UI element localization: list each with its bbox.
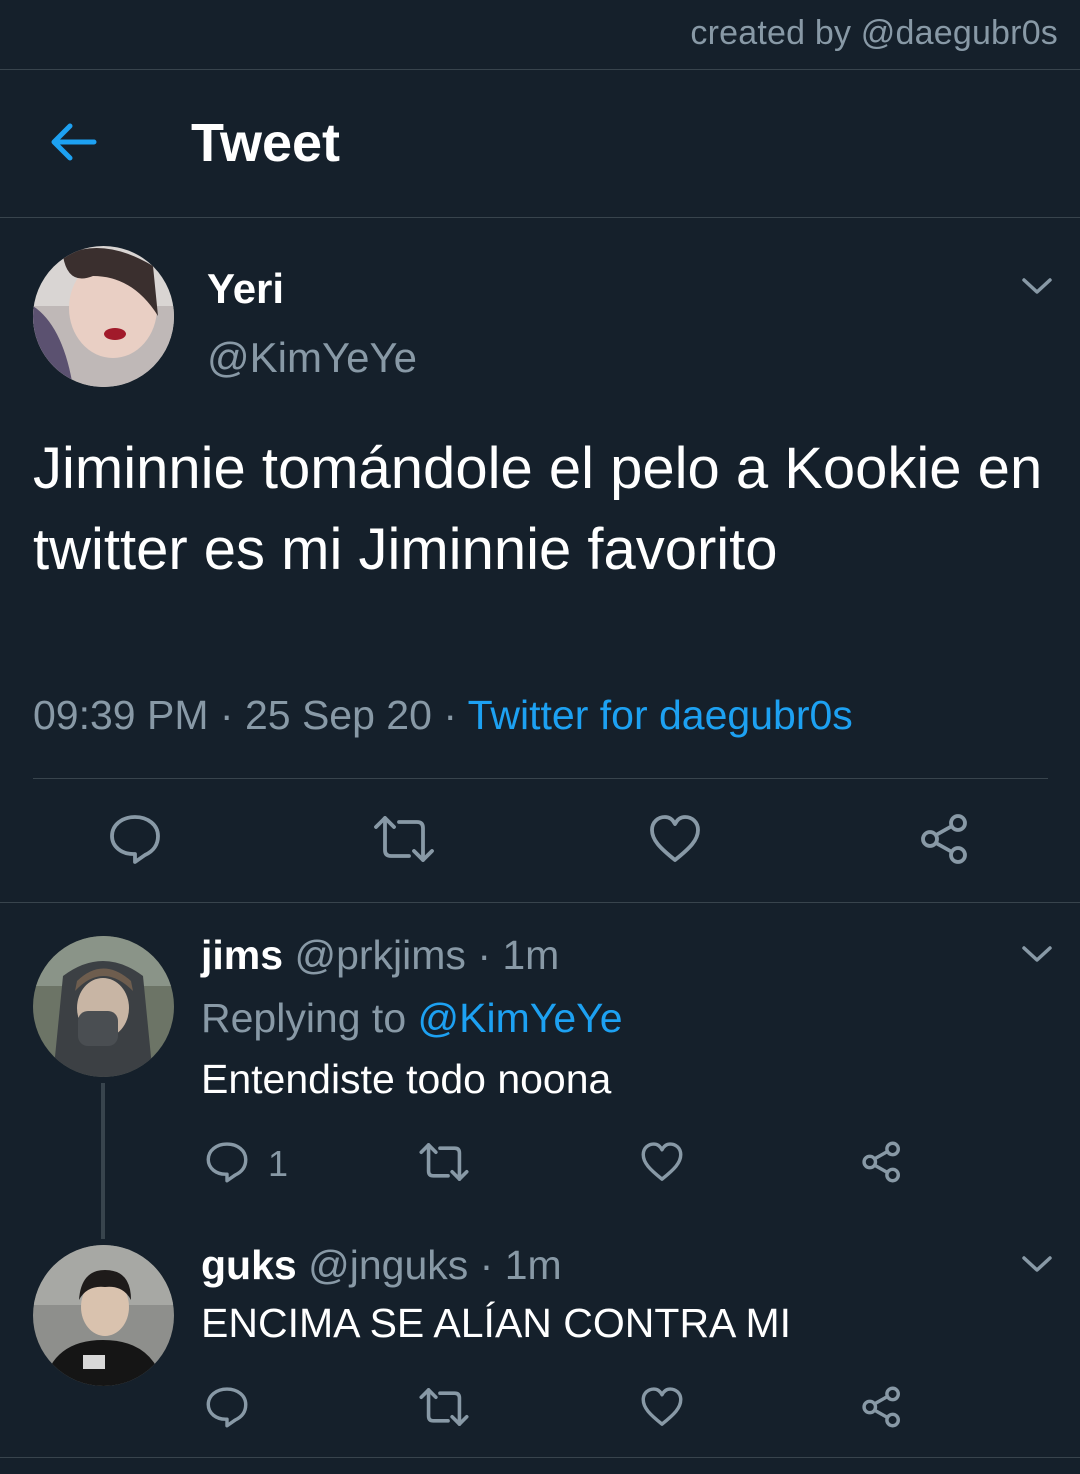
share-icon bbox=[862, 1141, 901, 1183]
retweet-button[interactable] bbox=[372, 812, 436, 866]
retweet-icon bbox=[374, 816, 434, 862]
divider bbox=[0, 217, 1080, 218]
share-button[interactable] bbox=[918, 812, 972, 866]
back-button[interactable] bbox=[44, 116, 104, 168]
replying-mention[interactable]: @KimYeYe bbox=[418, 995, 623, 1041]
reply-button[interactable] bbox=[108, 812, 162, 866]
reply-icon bbox=[206, 1387, 248, 1428]
like-button[interactable] bbox=[648, 812, 702, 866]
tweet-meta: 09:39 PM · 25 Sep 20 · Twitter for daegu… bbox=[33, 692, 853, 739]
divider bbox=[0, 902, 1080, 903]
share-button[interactable] bbox=[860, 1385, 904, 1429]
reply-icon bbox=[110, 815, 160, 864]
reply-author-name[interactable]: jims bbox=[201, 932, 283, 978]
chevron-down-icon bbox=[1022, 1256, 1052, 1272]
reply-icon bbox=[206, 1142, 248, 1183]
replying-label: Replying to bbox=[201, 995, 407, 1041]
replying-to: Replying to @KimYeYe bbox=[201, 995, 623, 1042]
reply-time: · 1m bbox=[479, 1242, 562, 1288]
reply-header: jims @prkjims · 1m bbox=[201, 932, 559, 979]
meta-separator: · bbox=[443, 692, 457, 738]
reply-button[interactable] bbox=[205, 1140, 249, 1184]
header: Tweet bbox=[0, 70, 1080, 217]
reply-time: · 1m bbox=[477, 932, 560, 978]
share-icon bbox=[921, 814, 967, 864]
divider bbox=[0, 1457, 1080, 1458]
like-button[interactable] bbox=[640, 1385, 684, 1429]
page-title: Tweet bbox=[191, 113, 341, 173]
tweet-source-link[interactable]: Twitter for daegubr0s bbox=[468, 692, 853, 738]
reply-header: guks @jnguks · 1m bbox=[201, 1242, 562, 1289]
share-icon bbox=[862, 1386, 901, 1428]
reply-options-button[interactable] bbox=[1017, 938, 1057, 968]
like-icon bbox=[650, 815, 700, 862]
reply-author-handle[interactable]: @jnguks bbox=[308, 1242, 468, 1288]
reply-author-name[interactable]: guks bbox=[201, 1242, 297, 1288]
chevron-down-icon bbox=[1022, 946, 1052, 962]
reply-author-handle[interactable]: @prkjims bbox=[294, 932, 465, 978]
like-button[interactable] bbox=[640, 1140, 684, 1184]
reply-button[interactable] bbox=[205, 1385, 249, 1429]
like-icon bbox=[641, 1142, 683, 1181]
arrow-left-icon bbox=[51, 123, 97, 161]
retweet-button[interactable] bbox=[418, 1140, 470, 1184]
tweet-text: Jiminnie tomándole el pelo a Kookie en t… bbox=[33, 436, 1043, 582]
share-button[interactable] bbox=[860, 1140, 904, 1184]
avatar-guks[interactable] bbox=[33, 1245, 174, 1386]
tweet-time: 09:39 PM bbox=[33, 692, 209, 738]
avatar-yeri[interactable] bbox=[33, 246, 174, 387]
tweet-date: 25 Sep 20 bbox=[244, 692, 432, 738]
meta-separator: · bbox=[219, 692, 234, 738]
chevron-down-icon bbox=[1022, 278, 1052, 294]
reply-text: ENCIMA SE ALÍAN CONTRA MI bbox=[201, 1300, 792, 1346]
reply-count: 1 bbox=[268, 1143, 289, 1184]
avatar-jims[interactable] bbox=[33, 936, 174, 1077]
author-handle[interactable]: @KimYeYe bbox=[207, 334, 417, 382]
watermark-credit: created by @daegubr0s bbox=[690, 14, 1058, 52]
tweet-options-button[interactable] bbox=[1017, 270, 1057, 300]
reply-text: Entendiste todo noona bbox=[201, 1056, 612, 1102]
author-name[interactable]: Yeri bbox=[207, 265, 284, 313]
retweet-button[interactable] bbox=[418, 1385, 470, 1429]
like-icon bbox=[641, 1387, 683, 1426]
retweet-icon bbox=[419, 1388, 469, 1426]
divider bbox=[33, 778, 1048, 779]
retweet-icon bbox=[419, 1143, 469, 1181]
reply-options-button[interactable] bbox=[1017, 1248, 1057, 1278]
thread-line bbox=[101, 1083, 105, 1239]
